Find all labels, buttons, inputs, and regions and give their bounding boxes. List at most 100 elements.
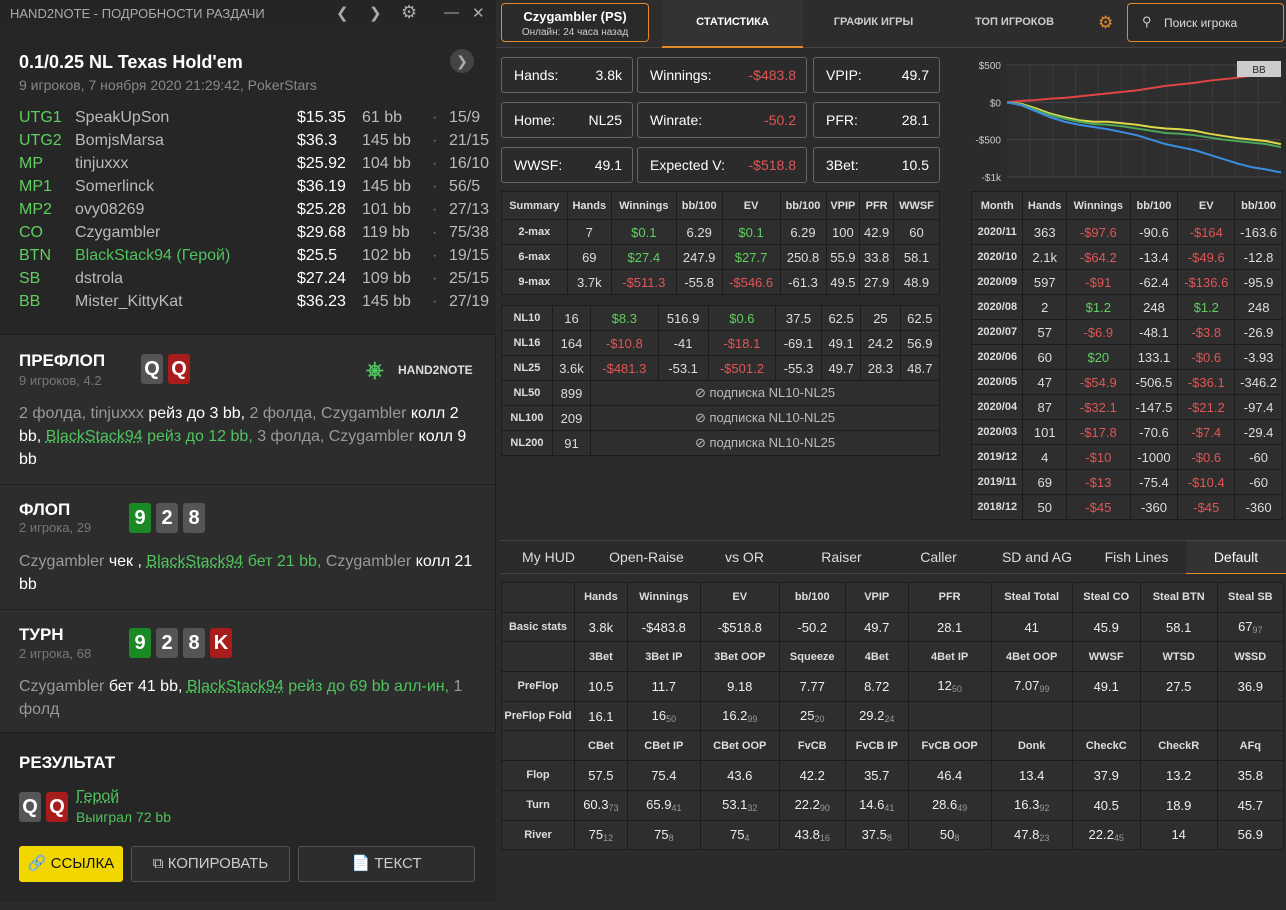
player-row: BTN BlackStack94 (Герой) $25.5 102 bb · 19/15 (19, 247, 489, 270)
table-cell: River (501, 819, 575, 851)
hud-tab[interactable]: My HUD (500, 541, 597, 574)
table-cell: 27.9 (859, 269, 894, 295)
hud-tab[interactable]: SD and AG (987, 541, 1087, 574)
table-cell: 100 (825, 219, 861, 245)
lock-text: подписка NL10-NL25 (709, 385, 836, 400)
y-tick-label: $0 (990, 98, 1002, 109)
player-name: tinjuxxx (75, 155, 129, 172)
hand-subtitle: 9 игроков, 7 ноября 2020 21:29:42, Poker… (19, 77, 317, 93)
table-cell: 47.823 (990, 819, 1073, 851)
table-cell: -69.1 (775, 330, 822, 356)
column-header: PFR (859, 191, 894, 220)
table-cell: 18.9 (1139, 789, 1218, 821)
table-cell: -$483.8 (626, 611, 701, 643)
copy-button[interactable]: ⧉ КОПИРОВАТЬ (131, 846, 290, 882)
table-cell: 43.816 (778, 819, 846, 851)
table-cell: -$45 (1177, 494, 1236, 520)
stat-value: 47.8 (1014, 826, 1040, 842)
table-row: 2020/10 2.1k -$64.2 -13.4 -$49.6 -12.8 (970, 244, 1283, 270)
table-cell: 25 (860, 305, 901, 331)
subscription-lock[interactable]: ⊘ подписка NL10-NL25 (590, 430, 940, 456)
table-cell: -55.3 (775, 355, 822, 381)
table-cell: 508 (907, 819, 992, 851)
hud-table: Hands Winnings EV bb/100 VPIP PFR Steal Total S… (501, 582, 1285, 851)
table-cell: 49.1 (820, 330, 862, 356)
link-button[interactable]: 🔗 ССЫЛКА (19, 846, 123, 882)
table-cell: PreFlop Fold (501, 700, 575, 732)
table-cell: -$6.9 (1066, 319, 1131, 345)
table-cell: 75.4 (626, 760, 701, 791)
table-cell: WWSF (1071, 641, 1141, 673)
hud-tab[interactable]: vs OR (696, 541, 793, 574)
subscription-lock[interactable]: ⊘ подписка NL10-NL25 (590, 405, 940, 431)
hidden-eye-icon: ⊘ (694, 435, 710, 450)
table-cell: -26.9 (1234, 319, 1283, 345)
table-cell: 49.7 (820, 355, 862, 381)
table-cell: 50 (1022, 494, 1068, 520)
hud-tab[interactable]: Open-Raise (597, 541, 696, 574)
sample-size: 41 (671, 803, 682, 814)
tab-top-players[interactable]: ТОП ИГРОКОВ (944, 0, 1085, 48)
table-cell: -$54.9 (1066, 369, 1131, 395)
table-cell: NL200 (501, 430, 553, 456)
hidden-eye-icon: ⊘ (694, 410, 710, 425)
settings-gear-icon[interactable]: ⚙ (401, 2, 417, 23)
tab-game-graph[interactable]: ГРАФИК ИГРЫ (803, 0, 944, 48)
copy-icon: ⧉ (152, 855, 164, 872)
hud-tab[interactable]: Fish Lines (1087, 541, 1186, 574)
sample-size: 49 (957, 803, 968, 814)
table-cell: 9.18 (699, 671, 780, 702)
stat-label: Winrate: (650, 112, 703, 128)
table-cell: 91 (551, 430, 592, 456)
table-cell: 2020/11 (970, 219, 1024, 245)
window-title: HAND2NOTE - ПОДРОБНОСТИ РАЗДАЧИ (10, 6, 265, 21)
player-pos: MP (19, 155, 43, 172)
table-row: NL25 3.6k -$481.3 -53.1 -$501.2 -55.3 49.7 28.3… (501, 355, 941, 381)
text-button[interactable]: 📄 ТЕКСТ (298, 846, 475, 882)
table-cell: -$13 (1066, 469, 1131, 495)
stat-box: Expected V: -$518.8 (637, 147, 807, 183)
sample-size: 50 (666, 714, 677, 725)
hud-tab[interactable]: Raiser (793, 541, 890, 574)
subscription-lock[interactable]: ⊘ подписка NL10-NL25 (590, 380, 940, 406)
settings-gear-icon[interactable]: ⚙ (1098, 13, 1113, 33)
table-cell: -48.1 (1129, 319, 1179, 345)
column-header: Month (970, 191, 1024, 220)
stat-value: 49.1 (594, 157, 622, 173)
table-cell: 4Bet (844, 641, 909, 673)
player-box[interactable]: Czygambler (PS) Онлайн: 24 часа назад (501, 3, 649, 42)
table-cell: Steal BTN (1139, 582, 1218, 613)
table-cell: 7.0799 (990, 671, 1073, 702)
hud-tab[interactable]: Default (1186, 541, 1286, 574)
hero-link[interactable]: Герой (76, 788, 119, 806)
card: Q (19, 792, 41, 822)
minimize-icon[interactable]: — (444, 4, 459, 21)
table-cell: 37.5 (775, 305, 822, 331)
table-cell: Hands (574, 582, 628, 613)
player-stat: 19/15 (449, 247, 490, 264)
close-icon[interactable]: ✕ (472, 4, 485, 22)
stat-box: Home: NL25 (501, 102, 633, 138)
player-stack: $15.35 (297, 109, 346, 126)
table-cell: -$136.6 (1177, 269, 1236, 295)
table-cell: 42.2 (778, 760, 846, 791)
table-cell: -346.2 (1234, 369, 1283, 395)
stat-label: Hands: (514, 67, 559, 83)
prev-arrow-icon[interactable]: ❮ (336, 4, 349, 22)
tab-statistics[interactable]: СТАТИСТИКА (662, 0, 803, 48)
player-stack: $25.92 (297, 155, 346, 172)
search-input[interactable]: ⚲ Поиск игрока (1127, 3, 1284, 42)
player-bb: 104 bb (362, 155, 411, 172)
table-cell: -62.4 (1129, 269, 1179, 295)
table-cell: 2020/05 (970, 369, 1024, 395)
table-cell: 597 (1022, 269, 1068, 295)
table-cell: 57 (1022, 319, 1068, 345)
sample-size: 41 (884, 803, 895, 814)
table-cell: CheckR (1139, 730, 1218, 762)
hud-tab[interactable]: Caller (890, 541, 987, 574)
next-arrow-icon[interactable]: ❯ (369, 4, 382, 22)
table-cell: 247.9 (675, 244, 723, 270)
table-cell: 35.7 (844, 760, 909, 791)
next-hand-button[interactable]: ❯ (450, 49, 474, 73)
table-cell: 24.2 (860, 330, 901, 356)
